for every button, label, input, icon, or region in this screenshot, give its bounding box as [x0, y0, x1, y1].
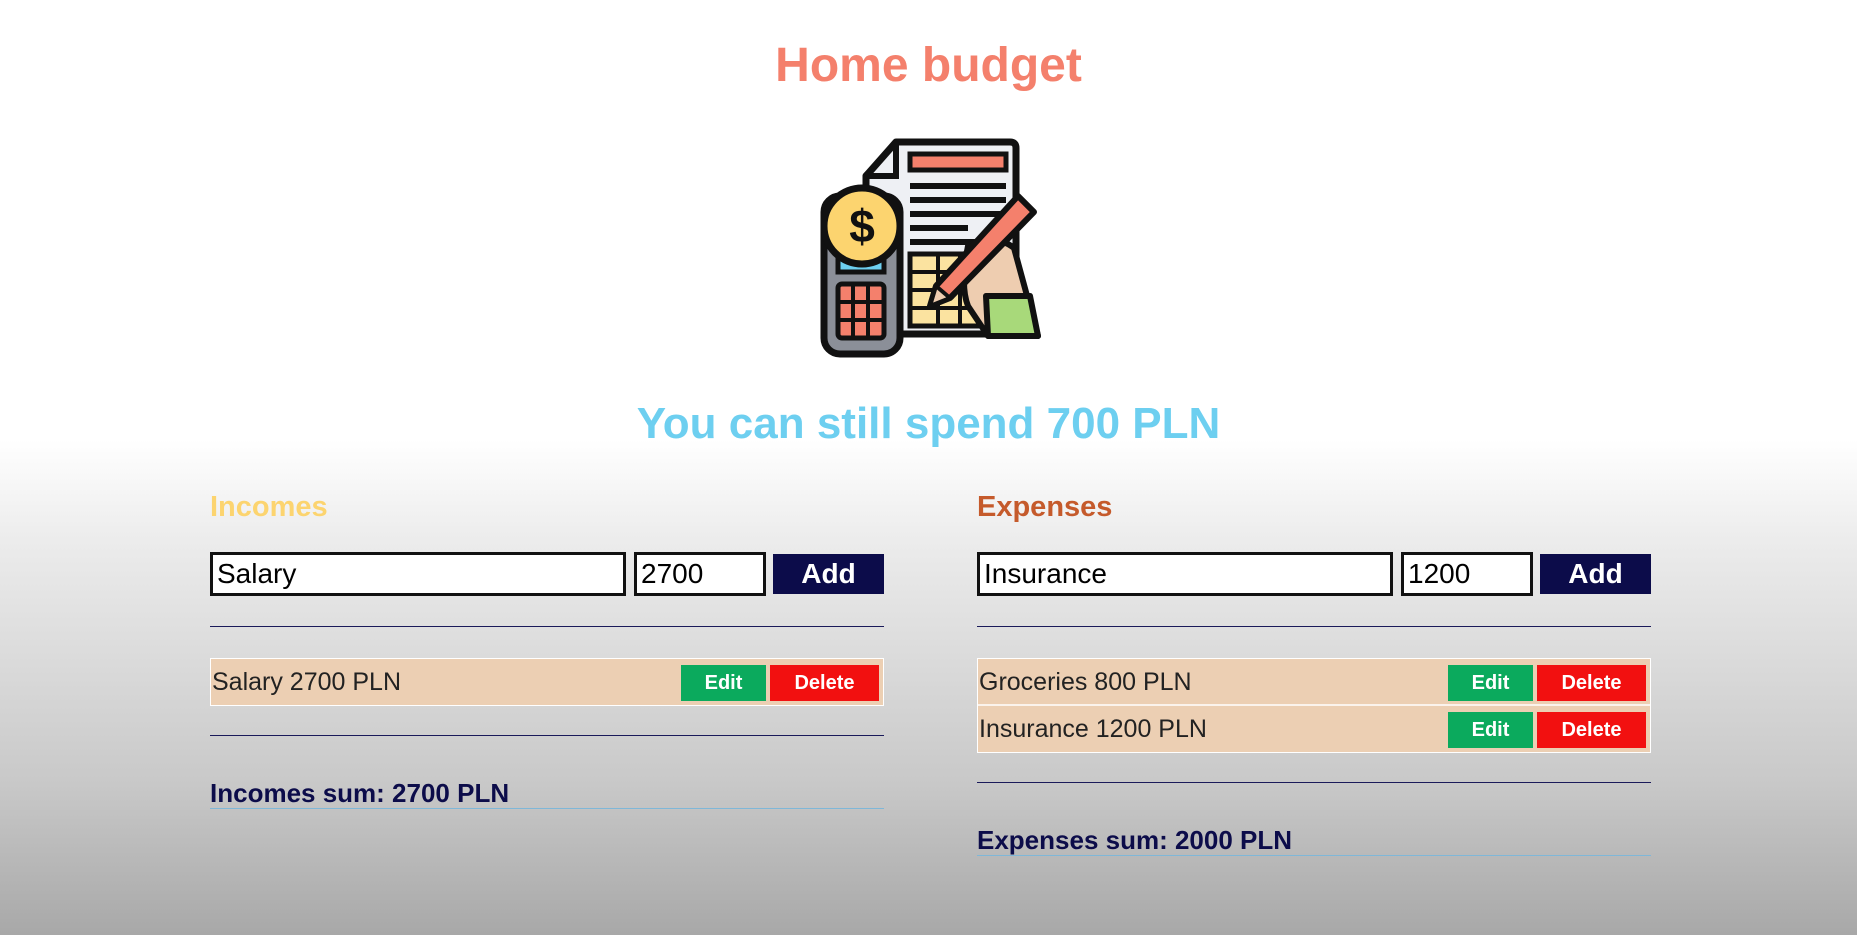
expense-amount-input[interactable] [1401, 552, 1533, 596]
divider [977, 626, 1651, 627]
divider [210, 626, 884, 627]
remaining-balance: You can still spend 700 PLN [636, 399, 1221, 448]
incomes-section: Incomes Add Salary 2700 PLN Edit Delete … [210, 486, 884, 809]
income-amount-input[interactable] [634, 552, 766, 596]
income-name-input[interactable] [210, 552, 626, 596]
divider [977, 782, 1651, 783]
list-item: Salary 2700 PLN Edit Delete [211, 659, 883, 705]
delete-button[interactable]: Delete [1537, 712, 1646, 748]
income-item-label: Salary 2700 PLN [212, 668, 402, 696]
page-title: Home budget [775, 39, 1082, 92]
expense-item-label: Insurance 1200 PLN [979, 715, 1207, 743]
delete-button[interactable]: Delete [770, 665, 879, 701]
incomes-heading: Incomes [210, 491, 328, 523]
expenses-sum: Expenses sum: 2000 PLN [977, 825, 1651, 856]
incomes-form: Add [210, 552, 884, 598]
list-item: Insurance 1200 PLN Edit Delete [978, 706, 1650, 752]
expenses-heading: Expenses [977, 491, 1113, 523]
edit-button[interactable]: Edit [681, 665, 766, 701]
budget-calculator-invoice-icon: $ [818, 136, 1046, 360]
list-item: Groceries 800 PLN Edit Delete [978, 659, 1650, 706]
expense-name-input[interactable] [977, 552, 1393, 596]
edit-button[interactable]: Edit [1448, 712, 1533, 748]
incomes-sum: Incomes sum: 2700 PLN [210, 778, 884, 809]
add-income-button[interactable]: Add [773, 554, 884, 594]
expenses-section: Expenses Add Groceries 800 PLN Edit Dele… [977, 486, 1651, 856]
incomes-list: Salary 2700 PLN Edit Delete [210, 658, 884, 706]
expenses-form: Add [977, 552, 1651, 598]
edit-button[interactable]: Edit [1448, 665, 1533, 701]
expenses-list: Groceries 800 PLN Edit Delete Insurance … [977, 658, 1651, 753]
expense-item-label: Groceries 800 PLN [979, 668, 1192, 696]
delete-button[interactable]: Delete [1537, 665, 1646, 701]
svg-text:$: $ [849, 200, 875, 252]
add-expense-button[interactable]: Add [1540, 554, 1651, 594]
divider [210, 735, 884, 736]
